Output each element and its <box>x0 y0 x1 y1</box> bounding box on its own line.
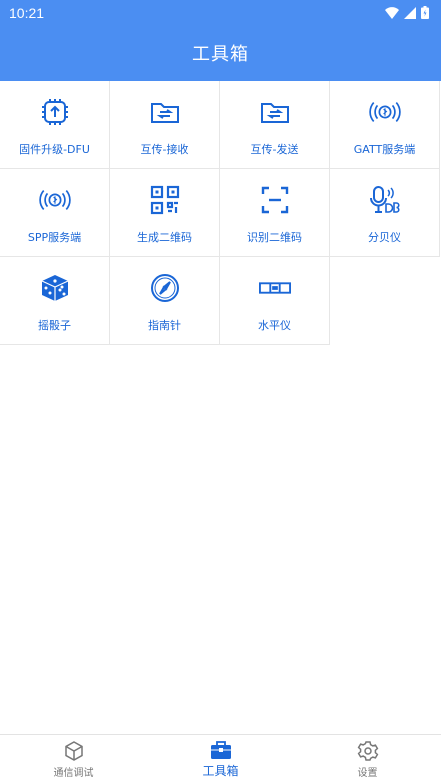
chip-upload-icon <box>39 96 71 128</box>
battery-icon <box>421 6 429 19</box>
tool-label: 分贝仪 <box>368 231 401 244</box>
nav-item-toolbox[interactable]: 工具箱 <box>147 735 294 784</box>
toolbox-icon <box>210 741 231 759</box>
tool-label: GATT服务端 <box>353 143 416 156</box>
tool-spp-server[interactable]: SPP服务端 <box>0 169 110 257</box>
tool-label: 固件升级-DFU <box>19 143 90 156</box>
folder-send-icon <box>259 96 291 128</box>
tool-generate-qrcode[interactable]: 生成二维码 <box>110 169 220 257</box>
tool-grid: 固件升级-DFU 互传-接收 互传-发送 GATT服务端 SPP服务端 生成二维… <box>0 81 441 345</box>
ble-server-icon <box>368 96 401 128</box>
tool-label: 互传-接收 <box>140 143 189 156</box>
status-icons <box>385 6 429 19</box>
bottom-nav: 通信调试 工具箱 设置 <box>0 734 441 784</box>
tool-label: 指南针 <box>148 319 181 332</box>
page-title: 工具箱 <box>192 44 249 65</box>
nav-label: 设置 <box>357 768 378 779</box>
tool-compass[interactable]: 指南针 <box>110 257 220 345</box>
nav-item-settings[interactable]: 设置 <box>294 735 441 784</box>
nav-item-comm-debug[interactable]: 通信调试 <box>0 735 147 784</box>
decibel-meter-icon <box>369 184 401 216</box>
qrcode-icon <box>149 184 181 216</box>
cube-icon <box>64 741 83 761</box>
tool-label: 摇骰子 <box>38 319 71 332</box>
nav-label: 通信调试 <box>53 768 94 779</box>
tool-transfer-receive[interactable]: 互传-接收 <box>110 81 220 169</box>
tool-label: 生成二维码 <box>137 231 192 244</box>
status-bar: 10:21 <box>0 0 441 25</box>
tool-level[interactable]: 水平仪 <box>220 257 330 345</box>
signal-icon <box>404 6 416 19</box>
tool-decibel-meter[interactable]: 分贝仪 <box>330 169 440 257</box>
tool-dice[interactable]: 摇骰子 <box>0 257 110 345</box>
folder-receive-icon <box>149 96 181 128</box>
compass-icon <box>149 272 181 304</box>
tool-transfer-send[interactable]: 互传-发送 <box>220 81 330 169</box>
tool-label: 互传-发送 <box>250 143 299 156</box>
nav-label: 工具箱 <box>202 764 239 778</box>
dice-icon <box>39 272 71 304</box>
tool-firmware-dfu[interactable]: 固件升级-DFU <box>0 81 110 169</box>
tool-scan-qrcode[interactable]: 识别二维码 <box>220 169 330 257</box>
status-time: 10:21 <box>9 4 45 21</box>
tool-label: 识别二维码 <box>247 231 302 244</box>
spp-server-icon <box>38 184 71 216</box>
tool-label: SPP服务端 <box>27 231 82 244</box>
level-icon <box>258 272 291 304</box>
tool-gatt-server[interactable]: GATT服务端 <box>330 81 440 169</box>
wifi-icon <box>385 6 399 19</box>
app-bar: 工具箱 <box>0 25 441 81</box>
tool-label: 水平仪 <box>258 319 291 332</box>
scan-qrcode-icon <box>259 184 291 216</box>
gear-icon <box>357 741 378 761</box>
